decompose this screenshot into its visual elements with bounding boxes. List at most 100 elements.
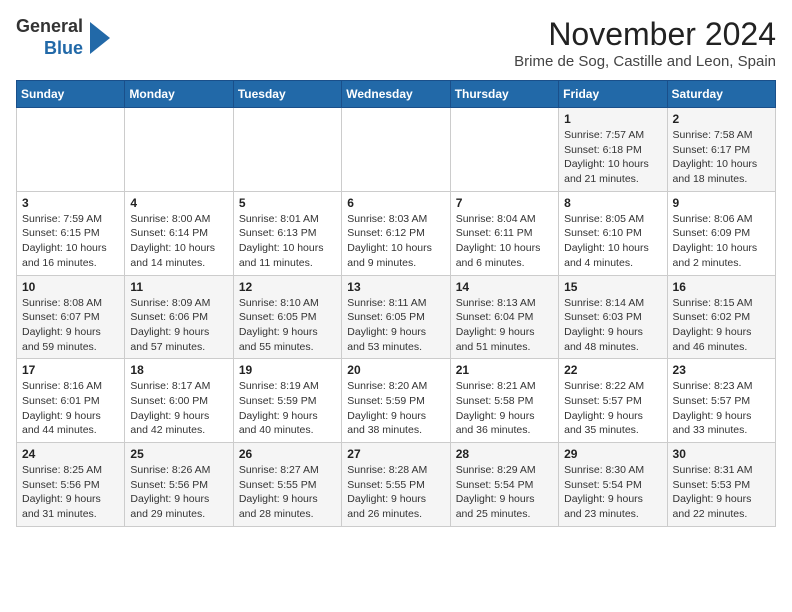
day-info: Sunrise: 8:10 AM Sunset: 6:05 PM Dayligh… bbox=[239, 296, 336, 355]
day-number: 18 bbox=[130, 363, 227, 377]
calendar-cell: 4 Sunrise: 8:00 AM Sunset: 6:14 PM Daylig… bbox=[125, 191, 233, 275]
calendar-cell: 18Sunrise: 8:17 AM Sunset: 6:00 PM Dayli… bbox=[125, 359, 233, 443]
calendar-cell bbox=[450, 108, 558, 192]
day-info: Sunrise: 7:58 AM Sunset: 6:17 PM Dayligh… bbox=[673, 128, 770, 187]
day-number: 4 bbox=[130, 196, 227, 210]
month-year-title: November 2024 bbox=[514, 16, 776, 53]
calendar-cell: 22 Sunrise: 8:22 AM Sunset: 5:57 PM Dayli… bbox=[559, 359, 667, 443]
calendar-cell: 27 Sunrise: 8:28 AM Sunset: 5:55 PM Dayli… bbox=[342, 443, 450, 527]
calendar-week-3: 10 Sunrise: 8:08 AM Sunset: 6:07 PM Dayli… bbox=[17, 275, 776, 359]
calendar-cell: 15 Sunrise: 8:14 AM Sunset: 6:03 PM Dayli… bbox=[559, 275, 667, 359]
day-number: 15 bbox=[564, 280, 661, 294]
logo-general: General bbox=[16, 16, 83, 36]
calendar-cell: 10 Sunrise: 8:08 AM Sunset: 6:07 PM Dayli… bbox=[17, 275, 125, 359]
calendar-table: SundayMondayTuesdayWednesdayThursdayFrid… bbox=[16, 80, 776, 527]
day-number: 29 bbox=[564, 447, 661, 461]
day-number: 19 bbox=[239, 363, 336, 377]
day-info: Sunrise: 8:05 AM Sunset: 6:10 PM Dayligh… bbox=[564, 212, 661, 271]
day-info: Sunrise: 8:01 AM Sunset: 6:13 PM Dayligh… bbox=[239, 212, 336, 271]
day-number: 26 bbox=[239, 447, 336, 461]
calendar-week-2: 3Sunrise: 7:59 AM Sunset: 6:15 PM Daylig… bbox=[17, 191, 776, 275]
day-info: Sunrise: 8:09 AM Sunset: 6:06 PM Dayligh… bbox=[130, 296, 227, 355]
day-info: Sunrise: 8:20 AM Sunset: 5:59 PM Dayligh… bbox=[347, 379, 444, 438]
calendar-cell: 3Sunrise: 7:59 AM Sunset: 6:15 PM Daylig… bbox=[17, 191, 125, 275]
weekday-header-friday: Friday bbox=[559, 81, 667, 108]
day-number: 2 bbox=[673, 112, 770, 126]
day-info: Sunrise: 8:04 AM Sunset: 6:11 PM Dayligh… bbox=[456, 212, 553, 271]
calendar-cell bbox=[233, 108, 341, 192]
calendar-cell: 23 Sunrise: 8:23 AM Sunset: 5:57 PM Dayli… bbox=[667, 359, 775, 443]
day-number: 23 bbox=[673, 363, 770, 377]
day-info: Sunrise: 8:00 AM Sunset: 6:14 PM Dayligh… bbox=[130, 212, 227, 271]
day-info: Sunrise: 8:19 AM Sunset: 5:59 PM Dayligh… bbox=[239, 379, 336, 438]
day-info: Sunrise: 8:13 AM Sunset: 6:04 PM Dayligh… bbox=[456, 296, 553, 355]
calendar-cell bbox=[17, 108, 125, 192]
day-number: 11 bbox=[130, 280, 227, 294]
calendar-cell: 16 Sunrise: 8:15 AM Sunset: 6:02 PM Dayli… bbox=[667, 275, 775, 359]
weekday-row: SundayMondayTuesdayWednesdayThursdayFrid… bbox=[17, 81, 776, 108]
day-number: 16 bbox=[673, 280, 770, 294]
day-info: Sunrise: 8:27 AM Sunset: 5:55 PM Dayligh… bbox=[239, 463, 336, 522]
day-number: 20 bbox=[347, 363, 444, 377]
calendar-cell: 30 Sunrise: 8:31 AM Sunset: 5:53 PM Dayli… bbox=[667, 443, 775, 527]
weekday-header-saturday: Saturday bbox=[667, 81, 775, 108]
calendar-cell: 29 Sunrise: 8:30 AM Sunset: 5:54 PM Dayli… bbox=[559, 443, 667, 527]
day-number: 1 bbox=[564, 112, 661, 126]
day-number: 17 bbox=[22, 363, 119, 377]
calendar-body: 1 Sunrise: 7:57 AM Sunset: 6:18 PM Daylig… bbox=[17, 108, 776, 527]
day-number: 14 bbox=[456, 280, 553, 294]
day-number: 13 bbox=[347, 280, 444, 294]
day-info: Sunrise: 8:03 AM Sunset: 6:12 PM Dayligh… bbox=[347, 212, 444, 271]
calendar-cell: 28 Sunrise: 8:29 AM Sunset: 5:54 PM Dayli… bbox=[450, 443, 558, 527]
calendar-cell: 25Sunrise: 8:26 AM Sunset: 5:56 PM Dayli… bbox=[125, 443, 233, 527]
calendar-cell: 1 Sunrise: 7:57 AM Sunset: 6:18 PM Daylig… bbox=[559, 108, 667, 192]
calendar-cell: 21 Sunrise: 8:21 AM Sunset: 5:58 PM Dayli… bbox=[450, 359, 558, 443]
calendar-cell: 7 Sunrise: 8:04 AM Sunset: 6:11 PM Daylig… bbox=[450, 191, 558, 275]
day-info: Sunrise: 7:57 AM Sunset: 6:18 PM Dayligh… bbox=[564, 128, 661, 187]
day-info: Sunrise: 8:08 AM Sunset: 6:07 PM Dayligh… bbox=[22, 296, 119, 355]
calendar-cell: 17 Sunrise: 8:16 AM Sunset: 6:01 PM Dayli… bbox=[17, 359, 125, 443]
day-number: 12 bbox=[239, 280, 336, 294]
day-number: 5 bbox=[239, 196, 336, 210]
day-number: 8 bbox=[564, 196, 661, 210]
day-info: Sunrise: 8:31 AM Sunset: 5:53 PM Dayligh… bbox=[673, 463, 770, 522]
day-number: 10 bbox=[22, 280, 119, 294]
day-number: 6 bbox=[347, 196, 444, 210]
weekday-header-thursday: Thursday bbox=[450, 81, 558, 108]
title-block: November 2024 Brime de Sog, Castille and… bbox=[514, 16, 776, 70]
weekday-header-sunday: Sunday bbox=[17, 81, 125, 108]
day-number: 30 bbox=[673, 447, 770, 461]
day-info: Sunrise: 8:29 AM Sunset: 5:54 PM Dayligh… bbox=[456, 463, 553, 522]
day-info: Sunrise: 8:11 AM Sunset: 6:05 PM Dayligh… bbox=[347, 296, 444, 355]
calendar-cell bbox=[342, 108, 450, 192]
day-info: Sunrise: 8:22 AM Sunset: 5:57 PM Dayligh… bbox=[564, 379, 661, 438]
day-number: 7 bbox=[456, 196, 553, 210]
day-info: Sunrise: 8:30 AM Sunset: 5:54 PM Dayligh… bbox=[564, 463, 661, 522]
calendar-cell: 19 Sunrise: 8:19 AM Sunset: 5:59 PM Dayli… bbox=[233, 359, 341, 443]
calendar-cell: 9Sunrise: 8:06 AM Sunset: 6:09 PM Daylig… bbox=[667, 191, 775, 275]
day-info: Sunrise: 8:06 AM Sunset: 6:09 PM Dayligh… bbox=[673, 212, 770, 271]
day-number: 24 bbox=[22, 447, 119, 461]
day-info: Sunrise: 8:14 AM Sunset: 6:03 PM Dayligh… bbox=[564, 296, 661, 355]
day-info: Sunrise: 8:23 AM Sunset: 5:57 PM Dayligh… bbox=[673, 379, 770, 438]
day-info: Sunrise: 8:28 AM Sunset: 5:55 PM Dayligh… bbox=[347, 463, 444, 522]
calendar-cell: 5 Sunrise: 8:01 AM Sunset: 6:13 PM Daylig… bbox=[233, 191, 341, 275]
weekday-header-wednesday: Wednesday bbox=[342, 81, 450, 108]
day-info: Sunrise: 8:21 AM Sunset: 5:58 PM Dayligh… bbox=[456, 379, 553, 438]
page-header: General Blue November 2024 Brime de Sog,… bbox=[16, 16, 776, 70]
day-number: 28 bbox=[456, 447, 553, 461]
calendar-cell: 14 Sunrise: 8:13 AM Sunset: 6:04 PM Dayli… bbox=[450, 275, 558, 359]
day-number: 27 bbox=[347, 447, 444, 461]
calendar-week-5: 24Sunrise: 8:25 AM Sunset: 5:56 PM Dayli… bbox=[17, 443, 776, 527]
calendar-week-1: 1 Sunrise: 7:57 AM Sunset: 6:18 PM Daylig… bbox=[17, 108, 776, 192]
calendar-header: SundayMondayTuesdayWednesdayThursdayFrid… bbox=[17, 81, 776, 108]
calendar-cell: 20 Sunrise: 8:20 AM Sunset: 5:59 PM Dayli… bbox=[342, 359, 450, 443]
day-number: 21 bbox=[456, 363, 553, 377]
calendar-cell: 2 Sunrise: 7:58 AM Sunset: 6:17 PM Daylig… bbox=[667, 108, 775, 192]
day-info: Sunrise: 8:16 AM Sunset: 6:01 PM Dayligh… bbox=[22, 379, 119, 438]
day-number: 3 bbox=[22, 196, 119, 210]
day-info: Sunrise: 8:15 AM Sunset: 6:02 PM Dayligh… bbox=[673, 296, 770, 355]
day-number: 22 bbox=[564, 363, 661, 377]
calendar-cell: 24Sunrise: 8:25 AM Sunset: 5:56 PM Dayli… bbox=[17, 443, 125, 527]
logo: General Blue bbox=[16, 16, 110, 59]
